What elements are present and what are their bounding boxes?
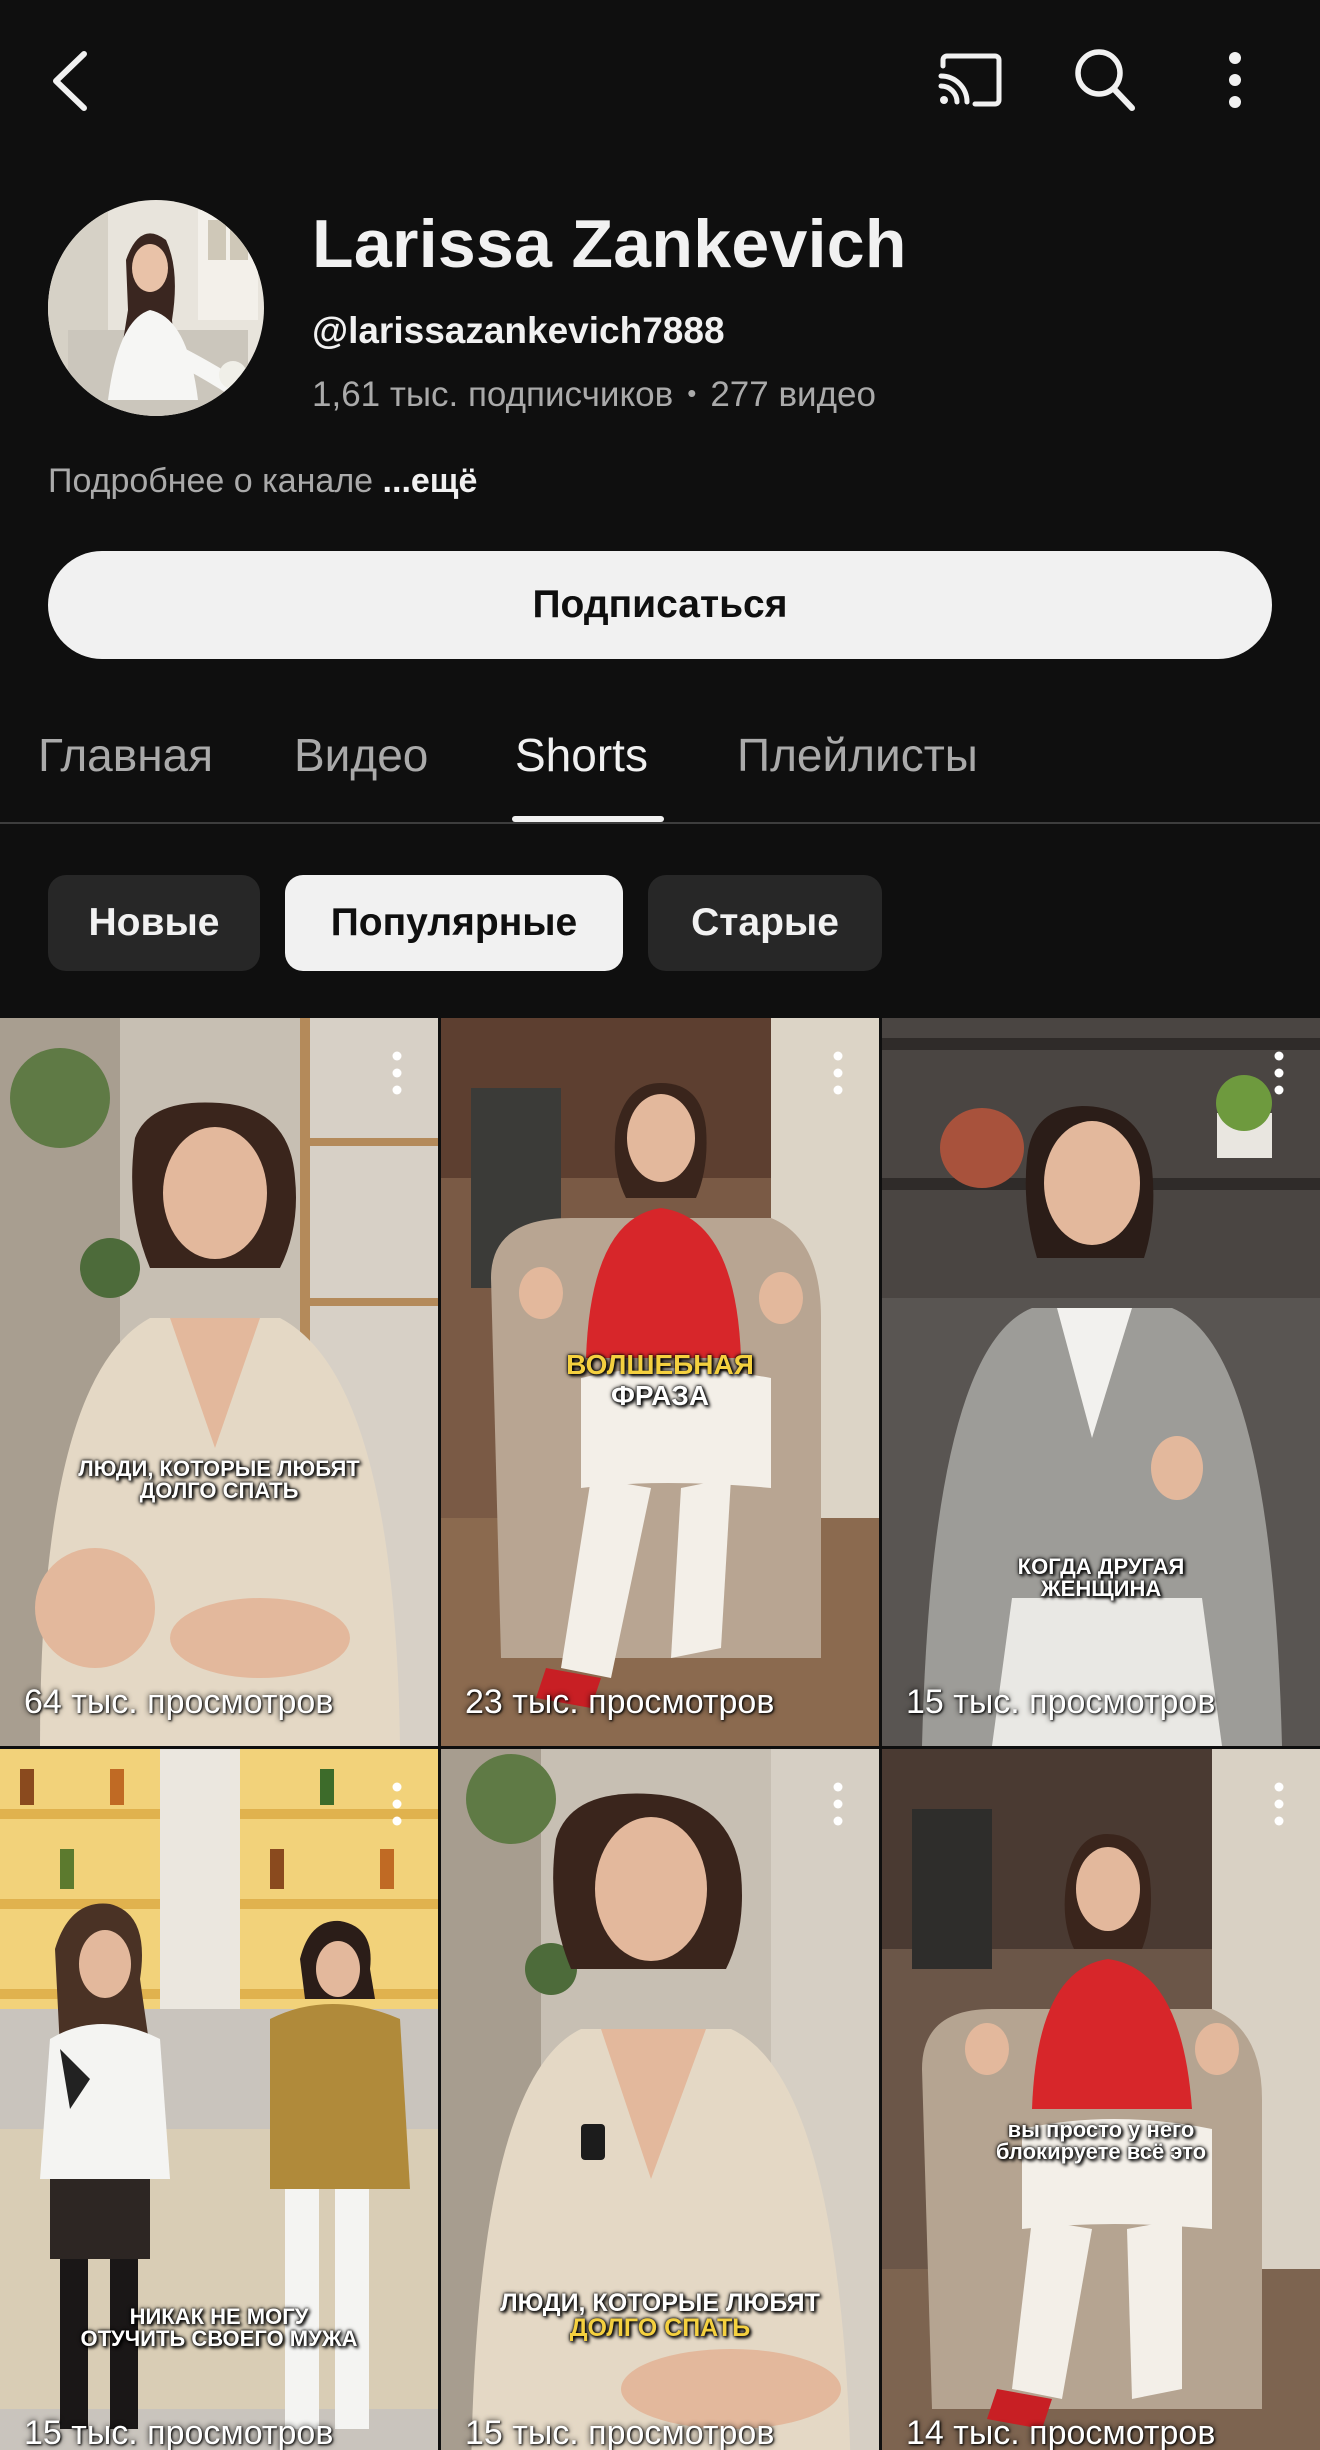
short-menu-icon[interactable] [382,1779,412,1829]
short-thumbnail [882,1018,1320,1746]
short-item[interactable]: вы просто у него блокируете всё это 14 т… [882,1749,1320,2450]
short-view-count: 15 тыс. просмотров [24,2414,334,2450]
short-caption: Люди, которые любят долго спать [441,2291,879,2341]
caption-line: отучить своего мужа [80,2326,358,2351]
caption-line: вы просто у него [1007,2117,1195,2142]
caption-line: женщина [1040,1576,1162,1601]
caption-line: долго спать [139,1478,299,1503]
chip-oldest[interactable]: Старые [648,875,882,971]
short-caption: вы просто у него блокируете всё это [882,2119,1320,2163]
caption-line: Люди, которые любят [500,2289,820,2317]
short-caption: Волшебная фраза [441,1349,879,1412]
channel-avatar[interactable] [48,200,264,416]
short-item[interactable]: Когда другая женщина 15 тыс. просмотров [882,1018,1320,1746]
short-view-count: 23 тыс. просмотров [465,1683,775,1721]
chip-newest[interactable]: Новые [48,875,260,971]
short-view-count: 15 тыс. просмотров [465,2414,775,2450]
short-thumbnail [882,1749,1320,2450]
shorts-grid: Люди, которые любят долго спать 64 тыс. … [0,1018,1320,2450]
short-menu-icon[interactable] [1264,1048,1294,1098]
top-app-bar [0,0,1320,160]
separator-dot: • [687,378,697,408]
short-item[interactable]: Люди, которые любят долго спать 64 тыс. … [0,1018,438,1746]
short-caption: Когда другая женщина [882,1556,1320,1600]
short-thumbnail [0,1018,438,1746]
tab-home[interactable]: Главная [38,728,213,782]
short-thumbnail [441,1749,879,2450]
subscribe-button[interactable]: Подписаться [48,551,1272,659]
short-menu-icon[interactable] [823,1048,853,1098]
subscriber-count: 1,61 тыс. подписчиков [312,375,674,414]
caption-line: Люди, которые любят [78,1456,360,1481]
caption-line: Волшебная [566,1349,754,1380]
short-view-count: 15 тыс. просмотров [906,1683,1216,1721]
short-menu-icon[interactable] [1264,1779,1294,1829]
caption-line: фраза [610,1379,710,1411]
about-label: Подробнее о канале [48,462,374,500]
tab-videos[interactable]: Видео [294,728,428,782]
channel-handle: @larissazankevich7888 [312,310,725,351]
caption-line: Никак не могу [129,2304,309,2329]
channel-about-link[interactable]: Подробнее о канале ...ещё [48,462,477,501]
about-more-link[interactable]: ...ещё [383,462,478,500]
short-menu-icon[interactable] [823,1779,853,1829]
tab-playlists[interactable]: Плейлисты [737,728,978,782]
channel-name: Larissa Zankevich [312,206,907,282]
more-vertical-icon[interactable] [1210,40,1260,120]
caption-line: блокируете всё это [995,2139,1207,2164]
back-arrow-icon[interactable] [36,36,106,126]
video-count: 277 видео [710,375,876,414]
short-view-count: 14 тыс. просмотров [906,2414,1216,2450]
short-item[interactable]: Никак не могу отучить своего мужа 15 тыс… [0,1749,438,2450]
active-tab-indicator [512,816,664,822]
short-caption: Никак не могу отучить своего мужа [0,2306,438,2350]
channel-stats: 1,61 тыс. подписчиков • 277 видео [312,375,876,415]
short-caption: Люди, которые любят долго спать [0,1458,438,1502]
short-item[interactable]: Волшебная фраза 23 тыс. просмотров [441,1018,879,1746]
short-item[interactable]: Люди, которые любят долго спать 15 тыс. … [441,1749,879,2450]
tab-shorts[interactable]: Shorts [515,728,648,782]
channel-tabs: Главная Видео Shorts Плейлисты [0,700,1320,824]
caption-line: Когда другая [1017,1554,1185,1579]
search-icon[interactable] [1065,38,1145,122]
short-view-count: 64 тыс. просмотров [24,1683,334,1721]
short-menu-icon[interactable] [382,1048,412,1098]
cast-icon[interactable] [930,40,1010,120]
chip-popular[interactable]: Популярные [285,875,623,971]
caption-line: долго спать [569,2314,751,2342]
